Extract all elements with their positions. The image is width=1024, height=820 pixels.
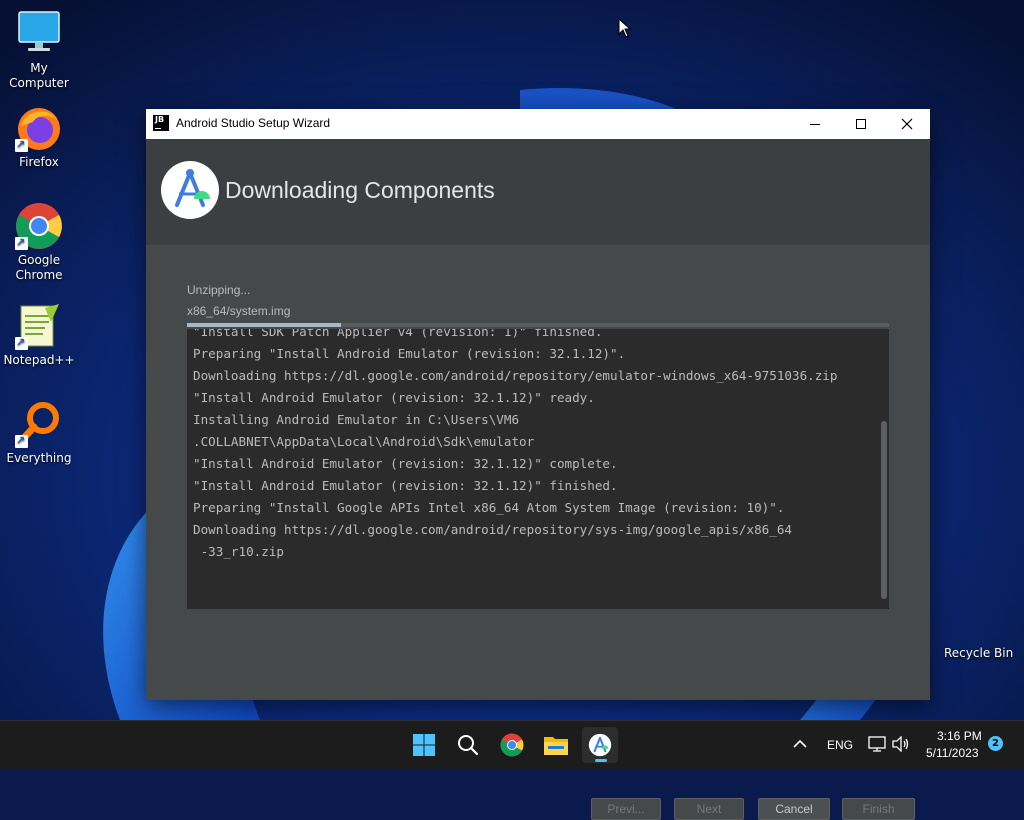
- setup-wizard-window: JB Android Studio Setup Wizard Downloadi…: [146, 109, 930, 820]
- desktop-icon-label: Notepad++: [3, 353, 75, 367]
- window-titlebar[interactable]: JB Android Studio Setup Wizard: [146, 109, 930, 139]
- wizard-content: Unzipping... x86_64/system.img "Install …: [146, 245, 930, 820]
- close-button[interactable]: [884, 109, 930, 139]
- minimize-button[interactable]: [792, 109, 838, 139]
- log-output-area[interactable]: "Install SDK Patch Applier v4 (revision:…: [187, 329, 889, 609]
- notification-badge[interactable]: 2: [988, 736, 1003, 751]
- desktop-icon-label: Firefox: [19, 155, 59, 169]
- search-icon: [458, 735, 479, 756]
- desktop-icon-everything[interactable]: Everything: [1, 400, 77, 466]
- active-app-indicator: [595, 759, 607, 762]
- monitor-icon: [15, 10, 63, 58]
- taskbar-chrome-button[interactable]: [494, 727, 530, 763]
- log-scrollbar-thumb[interactable]: [881, 421, 887, 599]
- status-text: Unzipping...: [187, 283, 251, 297]
- log-lines: "Install SDK Patch Applier v4 (revision:…: [193, 329, 877, 563]
- start-button[interactable]: [406, 727, 442, 763]
- mouse-cursor-icon: [618, 18, 632, 38]
- log-line: "Install Android Emulator (revision: 32.…: [193, 390, 595, 405]
- taskbar-file-explorer-button[interactable]: [538, 727, 574, 763]
- log-line: "Install SDK Patch Applier v4 (revision:…: [193, 329, 603, 339]
- file-explorer-icon: [544, 737, 568, 755]
- wizard-header: Downloading Components: [146, 139, 930, 245]
- android-studio-icon: [588, 733, 612, 757]
- firefox-icon: [15, 104, 63, 152]
- language-indicator[interactable]: ENG: [827, 738, 853, 752]
- finish-button[interactable]: Finish: [842, 798, 915, 820]
- start-icon: [413, 734, 435, 756]
- log-line: Preparing "Install Google APIs Intel x86…: [193, 500, 785, 515]
- page-heading: Downloading Components: [225, 177, 495, 203]
- log-line: Downloading https://dl.google.com/androi…: [193, 368, 838, 383]
- android-studio-logo-icon: [161, 161, 219, 219]
- next-button[interactable]: Next: [674, 798, 744, 820]
- chevron-up-icon[interactable]: [793, 739, 807, 749]
- desktop-icon-label: Google Chrome: [15, 253, 63, 282]
- minimize-icon: [810, 124, 820, 125]
- clock-time[interactable]: 3:16 PM: [937, 729, 982, 743]
- jetbrains-logo-icon: JB: [153, 115, 169, 131]
- taskbar-search-button[interactable]: [450, 727, 486, 763]
- cancel-button[interactable]: Cancel: [758, 798, 830, 820]
- desktop-icon-firefox[interactable]: Firefox: [1, 104, 77, 170]
- chrome-icon: [15, 202, 63, 250]
- log-line: Preparing "Install Android Emulator (rev…: [193, 346, 626, 361]
- desktop-icon-notepadpp[interactable]: Notepad++: [1, 302, 77, 368]
- window-title: Android Studio Setup Wizard: [176, 116, 331, 130]
- shortcut-arrow-icon: [15, 433, 28, 448]
- clock-date[interactable]: 5/11/2023: [926, 746, 979, 760]
- log-line: Downloading https://dl.google.com/androi…: [193, 522, 792, 537]
- taskbar-android-studio-button[interactable]: [582, 727, 618, 763]
- desktop-icon-label: Everything: [6, 451, 72, 465]
- shortcut-arrow-icon: [15, 137, 28, 152]
- progress-fill: [187, 323, 342, 327]
- log-line: "Install Android Emulator (revision: 32.…: [193, 456, 618, 471]
- log-line: -33_r10.zip: [193, 544, 284, 559]
- volume-icon[interactable]: [892, 736, 910, 752]
- desktop-icon-chrome[interactable]: Google Chrome: [1, 202, 77, 283]
- recycle-bin-label[interactable]: Recycle Bin: [944, 646, 1013, 660]
- desktop-icon-my-computer[interactable]: My Computer: [1, 10, 77, 91]
- log-line: Installing Android Emulator in C:\Users\…: [193, 412, 520, 427]
- taskbar: ENG 3:16 PM 5/11/2023: [0, 720, 1024, 769]
- shortcut-arrow-icon: [15, 335, 28, 350]
- desktop-icon-label: My Computer: [9, 61, 69, 90]
- download-progress-bar: [187, 323, 889, 327]
- maximize-button[interactable]: [838, 109, 884, 139]
- log-line: ‏.COLLABNET\AppData\Local\Android\Sdk\em…: [193, 434, 535, 449]
- maximize-icon: [856, 119, 866, 129]
- notepadpp-icon: [15, 302, 63, 350]
- shortcut-arrow-icon: [15, 235, 28, 250]
- current-file-text: x86_64/system.img: [187, 304, 291, 318]
- chrome-icon: [500, 733, 524, 757]
- network-icon[interactable]: [868, 736, 886, 752]
- everything-icon: [15, 400, 63, 448]
- previous-button[interactable]: Previ...: [591, 798, 661, 820]
- close-icon: [901, 118, 913, 130]
- log-line: "Install Android Emulator (revision: 32.…: [193, 478, 618, 493]
